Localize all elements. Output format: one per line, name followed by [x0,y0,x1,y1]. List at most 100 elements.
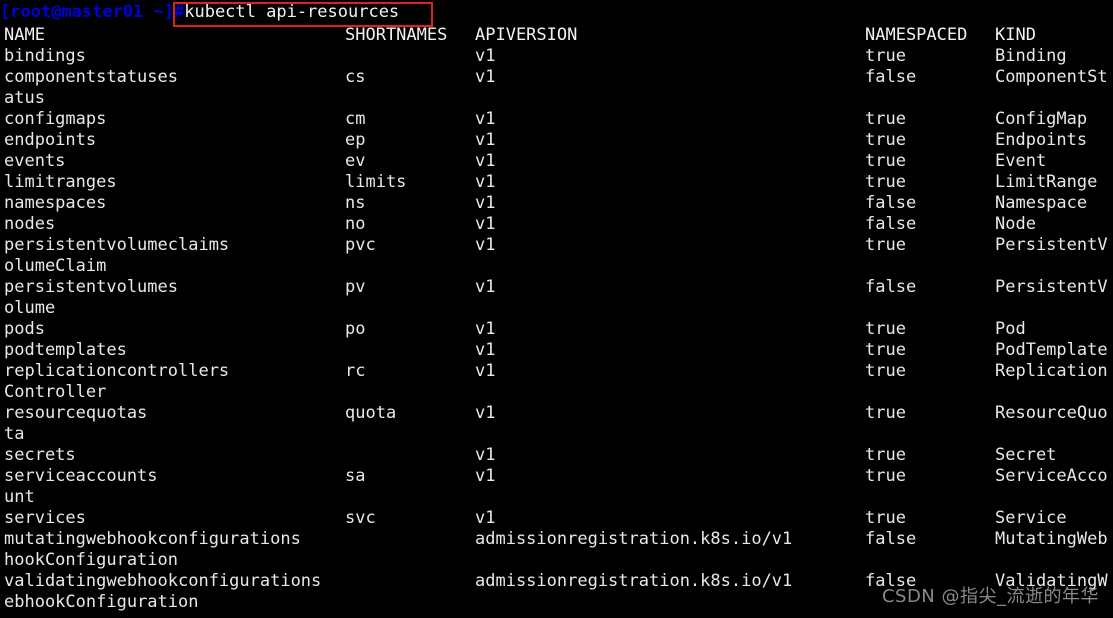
table-row: componentstatuses cs v1 false ComponentSt [0,67,1113,88]
cell-name: limitranges [4,172,117,192]
cell-kind: PodTemplate [995,340,1108,360]
cell-namespaced: false [865,193,917,213]
cell-name: events [4,151,66,171]
cell-name: namespaces [4,193,107,213]
cell-namespaced: false [865,529,917,549]
cell-kind: Endpoints [995,130,1088,150]
cell-shortnames: limits [345,172,407,192]
cell-name: serviceaccounts [4,466,158,486]
cell-apiversion: v1 [475,235,496,255]
cell-namespaced: true [865,508,906,528]
cell-apiversion: v1 [475,214,496,234]
column-header-namespaced: NAMESPACED [865,25,968,45]
cell-apiversion: v1 [475,151,496,171]
terminal-window[interactable]: [root@master01 ~]#kubectl api-resources … [0,0,1113,618]
cell-kind: Binding [995,46,1067,66]
cell-shortnames: rc [345,361,366,381]
table-row: nodes no v1 false Node [0,214,1113,235]
shell-prompt: [root@master01 ~]# [0,2,185,22]
cell-kind: PersistentV [995,277,1108,297]
cell-kind: Node [995,214,1036,234]
table-row: ta [0,424,1113,445]
cell-kind: Service [995,508,1067,528]
cell-name: mutatingwebhookconfigurations [4,529,301,549]
cell-name: resourcequotas [4,403,148,423]
cell-namespaced: true [865,361,906,381]
cell-namespaced: true [865,403,906,423]
cell-shortnames: svc [345,508,376,528]
cell-shortnames: quota [345,403,397,423]
column-header-apiversion: APIVERSION [475,25,578,45]
table-row: atus [0,88,1113,109]
table-row: namespaces ns v1 false Namespace [0,193,1113,214]
cell-namespaced: true [865,235,906,255]
column-header-kind: KIND [995,25,1036,45]
cell-shortnames: cs [345,67,366,87]
table-row: hookConfiguration [0,550,1113,571]
cell-kind: Namespace [995,193,1088,213]
cell-apiversion: v1 [475,466,496,486]
cell-shortnames: ns [345,193,366,213]
table-row: unt [0,487,1113,508]
table-row: podtemplates v1 true PodTemplate [0,340,1113,361]
cell-name: atus [4,88,45,108]
table-row: olumeClaim [0,256,1113,277]
cell-namespaced: true [865,319,906,339]
cell-name: secrets [4,445,76,465]
table-row: secrets v1 true Secret [0,445,1113,466]
cell-name: olumeClaim [4,256,107,276]
cell-kind: Replication [995,361,1108,381]
table-row: replicationcontrollers rc v1 true Replicatio… [0,361,1113,382]
cell-kind: Pod [995,319,1026,339]
cell-name: pods [4,319,45,339]
cell-namespaced: true [865,466,906,486]
table-row: limitranges limits v1 true LimitRange [0,172,1113,193]
cell-name: hookConfiguration [4,550,178,570]
table-row: configmaps cm v1 true ConfigMap [0,109,1113,130]
cell-name: services [4,508,86,528]
cell-name: unt [4,487,35,507]
table-row: endpoints ep v1 true Endpoints [0,130,1113,151]
cell-namespaced: false [865,67,917,87]
cell-name: endpoints [4,130,97,150]
cell-apiversion: v1 [475,340,496,360]
table-row: bindings v1 true Binding [0,46,1113,67]
cell-name: nodes [4,214,56,234]
table-row: persistentvolumes pv v1 false PersistentV [0,277,1113,298]
cell-apiversion: v1 [475,445,496,465]
watermark: CSDN @指尖_流逝的年华 [881,586,1099,607]
column-header-name: NAME [4,25,45,45]
cell-kind: ResourceQuo [995,403,1108,423]
column-header-shortnames: SHORTNAMES [345,25,448,45]
cell-apiversion: v1 [475,403,496,423]
cell-apiversion: v1 [475,67,496,87]
cell-kind: ConfigMap [995,109,1088,129]
table-row: resourcequotas quota v1 true ResourceQuo [0,403,1113,424]
cell-namespaced: true [865,172,906,192]
cell-namespaced: true [865,109,906,129]
cell-name: replicationcontrollers [4,361,230,381]
table-row: serviceaccounts sa v1 true ServiceAcco [0,466,1113,487]
table-row: persistentvolumeclaims pvc v1 true Persisten… [0,235,1113,256]
cell-apiversion: v1 [475,46,496,66]
cell-apiversion: v1 [475,361,496,381]
cell-apiversion: v1 [475,277,496,297]
cell-namespaced: true [865,445,906,465]
cell-shortnames: ev [345,151,366,171]
cell-name: olume [4,298,56,318]
cell-shortnames: no [345,214,366,234]
cell-name: persistentvolumeclaims [4,235,230,255]
cell-kind: Secret [995,445,1057,465]
cell-apiversion: v1 [475,172,496,192]
cell-apiversion: v1 [475,508,496,528]
cell-kind: PersistentV [995,235,1108,255]
cell-namespaced: false [865,214,917,234]
cell-name: validatingwebhookconfigurations [4,571,322,591]
cell-name: podtemplates [4,340,127,360]
cell-kind: ComponentSt [995,67,1108,87]
cell-apiversion: admissionregistration.k8s.io/v1 [475,571,793,591]
command-line: [root@master01 ~]#kubectl api-resources [0,2,1113,23]
cell-shortnames: pv [345,277,366,297]
cell-shortnames: ep [345,130,366,150]
cell-namespaced: true [865,46,906,66]
